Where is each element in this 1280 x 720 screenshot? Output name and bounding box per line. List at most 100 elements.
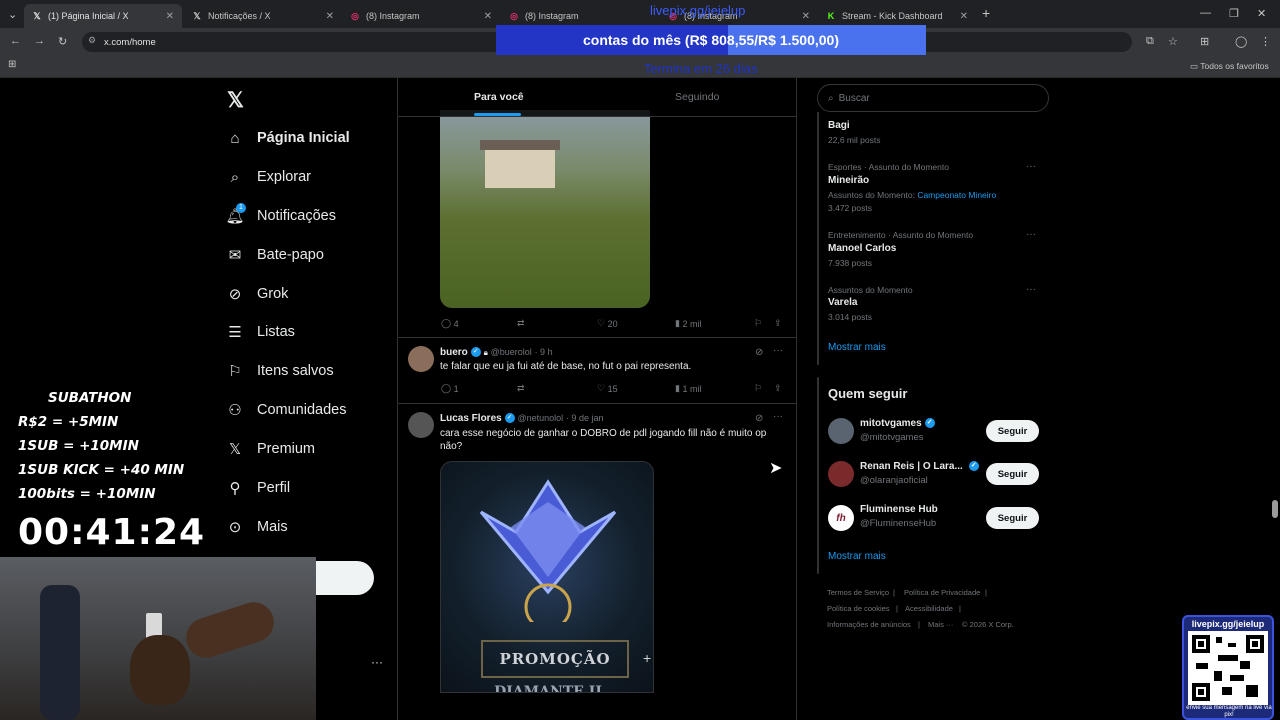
views-button[interactable]: ▮ 2 mil: [675, 318, 701, 329]
account-menu-dots[interactable]: ···: [371, 655, 383, 669]
follow-handle: @mitotvgames: [860, 432, 924, 443]
post-image-promotion[interactable]: PROMOÇÃO + DIAMANTE II: [440, 461, 654, 693]
back-icon[interactable]: ←: [10, 35, 21, 47]
follow-button[interactable]: Seguir: [986, 463, 1039, 485]
close-tab-icon[interactable]: ✕: [802, 11, 810, 22]
menu-icon[interactable]: ⋮: [1260, 35, 1271, 48]
like-button[interactable]: ♡ 15: [597, 383, 618, 394]
new-tab-button[interactable]: +: [982, 5, 990, 21]
trend-name[interactable]: Bagi: [828, 120, 850, 131]
footer-terms[interactable]: Termos de Serviço: [827, 588, 889, 597]
trend-extra-link[interactable]: Campeonato Mineiro: [917, 190, 996, 200]
nav-profile[interactable]: ⚲ Perfil: [226, 479, 291, 497]
close-tab-icon[interactable]: ✕: [484, 11, 492, 22]
author-handle[interactable]: @netunolol: [517, 413, 563, 423]
follow-name[interactable]: Renan Reis | O Lara... ✓: [860, 461, 979, 472]
nav-grok[interactable]: ⊘ Grok: [226, 285, 289, 303]
bookmark-post-button[interactable]: ⚐: [754, 383, 762, 394]
trend-count: 3.014 posts: [828, 312, 872, 322]
nav-premium[interactable]: 𝕏 Premium: [226, 440, 315, 458]
nav-notifications[interactable]: 🔔︎ 1 Notificações: [225, 203, 336, 225]
more-options-icon[interactable]: ···: [773, 411, 783, 422]
author-name[interactable]: Lucas Flores: [440, 413, 502, 424]
nav-home[interactable]: ⌂ Página Inicial: [226, 129, 349, 147]
nav-more[interactable]: ⊙ Mais: [226, 518, 288, 536]
search-input[interactable]: ⌕ Buscar: [817, 84, 1049, 112]
close-tab-icon[interactable]: ✕: [166, 11, 174, 22]
all-bookmarks[interactable]: ▭ Todos os favoritos: [1190, 61, 1269, 72]
like-button[interactable]: ♡ 20: [597, 318, 618, 329]
x-home-logo[interactable]: 𝕏: [227, 88, 244, 113]
tab-search-icon[interactable]: ⌄: [8, 8, 17, 21]
follow-name[interactable]: mitotvgames ✓: [860, 418, 935, 429]
post-time[interactable]: · 9 de jan: [566, 413, 604, 423]
tab-for-you[interactable]: Para você: [474, 91, 524, 103]
browser-tab-1[interactable]: 𝕏 (1) Página Inicial / X ✕: [24, 4, 182, 28]
page-scrollbar[interactable]: [1272, 500, 1278, 518]
avatar-buero[interactable]: [408, 346, 434, 372]
tab-following[interactable]: Seguindo: [675, 91, 719, 103]
follow-show-more[interactable]: Mostrar mais: [828, 551, 886, 562]
nav-bookmarks[interactable]: ⚐ Itens salvos: [226, 362, 333, 380]
views-button[interactable]: ▮ 1 mil: [675, 383, 701, 394]
trends-show-more[interactable]: Mostrar mais: [828, 342, 886, 353]
follow-button[interactable]: Seguir: [986, 507, 1039, 529]
grok-action-icon[interactable]: ⊘: [755, 347, 763, 358]
footer-cookies[interactable]: Política de cookies: [827, 604, 890, 613]
reply-button[interactable]: ◯ 1: [441, 383, 459, 394]
browser-tab-bar: ⌄ 𝕏 (1) Página Inicial / X ✕ 𝕏 Notificaç…: [0, 0, 1280, 28]
trend-name[interactable]: Manoel Carlos: [828, 243, 896, 254]
retweet-button[interactable]: ⇄: [517, 383, 525, 394]
footer-ads-info[interactable]: Informações de anúncios: [827, 620, 911, 629]
minimize-icon[interactable]: —: [1200, 7, 1211, 19]
trend-category: Entretenimento · Assunto do Momento: [828, 230, 974, 240]
nav-communities[interactable]: ⚇ Comunidades: [226, 401, 346, 419]
apps-icon[interactable]: ⊞: [8, 59, 16, 70]
retweet-button[interactable]: ⇄: [517, 318, 525, 329]
post-time[interactable]: · 9 h: [535, 347, 553, 357]
footer-privacy[interactable]: Política de Privacidade: [904, 588, 980, 597]
footer-accessibility[interactable]: Acessibilidade: [905, 604, 953, 613]
footer-more[interactable]: Mais ···: [928, 620, 953, 629]
post-image-field[interactable]: [440, 110, 650, 308]
post-button[interactable]: [316, 561, 374, 595]
trend-more-icon[interactable]: ···: [1026, 229, 1036, 240]
share-button[interactable]: ⇪: [774, 318, 782, 329]
bookmark-post-button[interactable]: ⚐: [754, 318, 762, 329]
follow-name[interactable]: Fluminense Hub: [860, 504, 938, 515]
more-options-icon[interactable]: ···: [773, 345, 783, 356]
trend-more-icon[interactable]: ···: [1026, 161, 1036, 172]
trend-name[interactable]: Varela: [828, 297, 857, 308]
forward-icon[interactable]: →: [34, 35, 45, 47]
extensions-icon[interactable]: ⊞: [1200, 35, 1209, 48]
reply-button[interactable]: ◯ 4: [441, 318, 459, 329]
site-info-icon[interactable]: ⚙: [88, 35, 96, 46]
star-icon[interactable]: ☆: [1168, 35, 1178, 48]
browser-tab-2[interactable]: 𝕏 Notificações / X ✕: [184, 4, 342, 28]
trend-more-icon[interactable]: ···: [1026, 284, 1036, 295]
close-tab-icon[interactable]: ✕: [326, 11, 334, 22]
author-name[interactable]: buero: [440, 347, 468, 358]
install-icon[interactable]: ⧉: [1146, 35, 1154, 48]
grok-action-icon[interactable]: ⊘: [755, 413, 763, 424]
avatar-fluminense-hub[interactable]: fh: [828, 505, 854, 531]
follow-button[interactable]: Seguir: [986, 420, 1039, 442]
nav-chat[interactable]: ✉ Bate-papo: [226, 246, 324, 264]
author-handle[interactable]: @buerolol: [491, 347, 532, 357]
close-window-icon[interactable]: ✕: [1257, 7, 1266, 20]
restore-icon[interactable]: ❐: [1229, 7, 1239, 20]
avatar-mitotvgames[interactable]: [828, 418, 854, 444]
profile-icon[interactable]: ◯: [1235, 35, 1247, 48]
nav-explore[interactable]: ⌕ Explorar: [226, 168, 311, 186]
close-tab-icon[interactable]: ✕: [960, 11, 968, 22]
nav-lists[interactable]: ☰ Listas: [226, 323, 295, 341]
avatar-renan[interactable]: [828, 461, 854, 487]
browser-tab-3[interactable]: ◎ (8) Instagram ✕: [342, 4, 500, 28]
reload-icon[interactable]: ↻: [58, 35, 67, 48]
share-button[interactable]: ⇪: [774, 383, 782, 394]
plus-icon: +: [643, 650, 652, 666]
trend-count: 22,6 mil posts: [828, 135, 881, 145]
avatar-lucas[interactable]: [408, 412, 434, 438]
verified-icon: ✓: [470, 347, 481, 358]
trend-name[interactable]: Mineirão: [828, 175, 869, 186]
